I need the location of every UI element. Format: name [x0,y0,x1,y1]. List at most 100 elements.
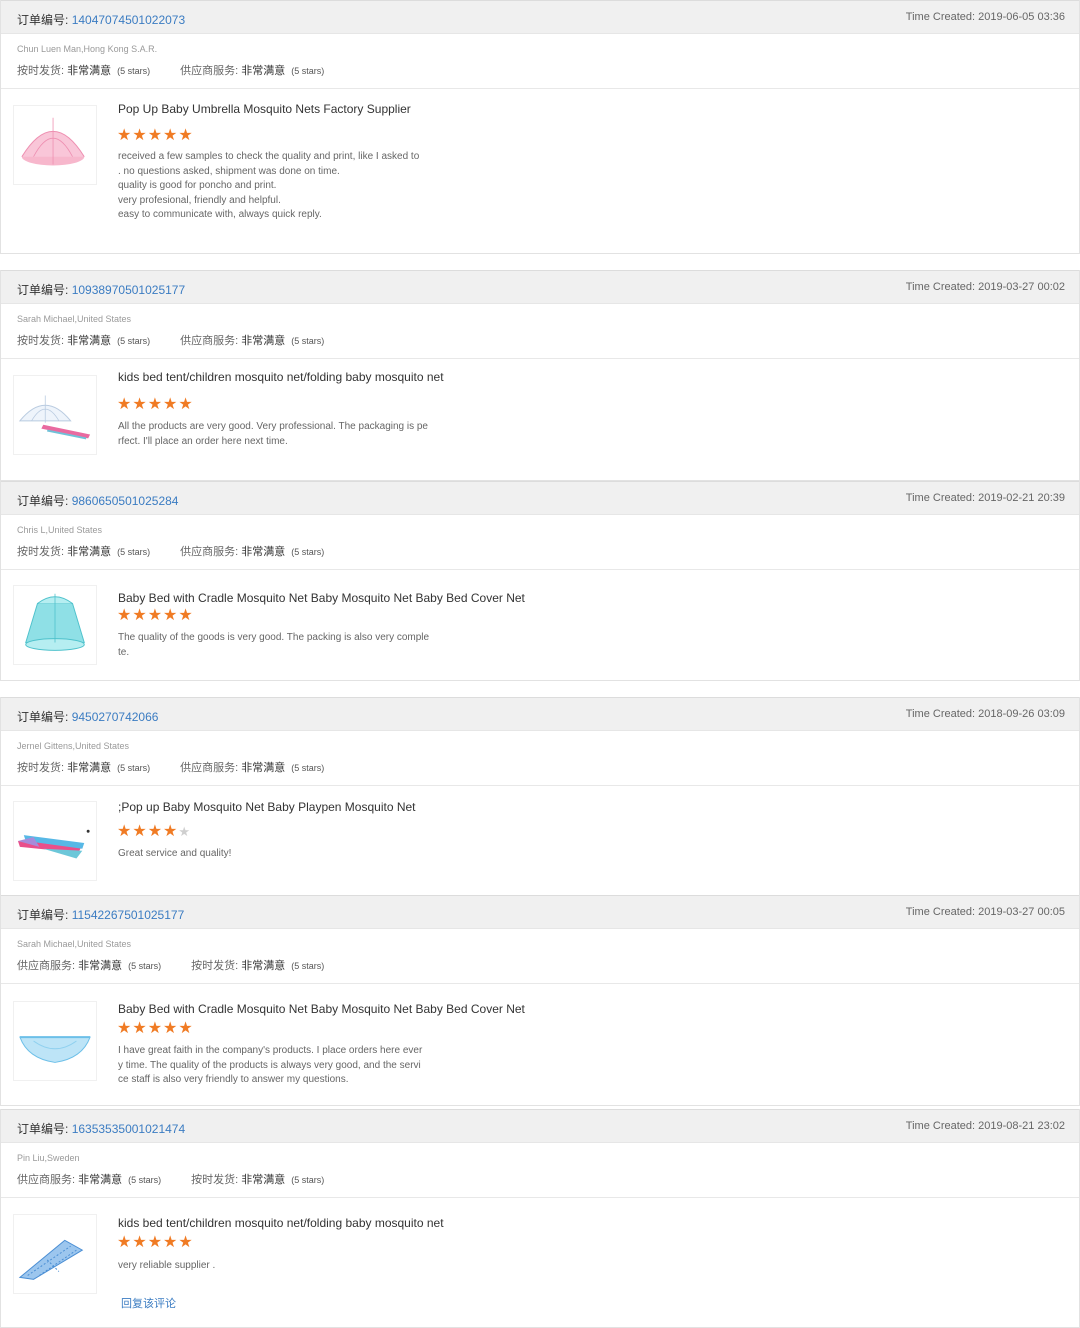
time-value: 2018-09-26 03:09 [978,708,1065,720]
order-label-text: 订单编号: [17,13,69,27]
order-header: 订单编号: 9450270742066 Time Created: 2018-09… [1,697,1079,731]
star-filled-icon: ★ [178,1020,193,1037]
review-text-line: ce staff is also very friendly to answer… [118,1074,349,1085]
rating-value: 非常满意 [67,335,112,347]
product-title-link[interactable]: ;Pop up Baby Mosquito Net Baby Playpen M… [118,800,416,814]
order-header: 订单编号: 11542267501025177 Time Created: 201… [1,895,1079,929]
review-text-line: Great service and quality! [118,848,232,859]
star-filled-icon: ★ [132,396,147,413]
divider [1,1197,1079,1198]
stars-count: (5 stars) [128,1175,162,1185]
order-label-text: 订单编号: [17,710,69,724]
review-text-line: y time. The quality of the products is a… [118,1059,421,1071]
blue-pattern-net-icon[interactable] [13,1214,97,1294]
time-label: Time Created: [905,492,976,504]
review-text-line: very reliable supplier . [118,1260,216,1271]
time-value: 2019-03-27 00:05 [978,906,1065,918]
review-card: 订单编号: 16353535001021474 Time Created: 201… [0,1109,1080,1328]
rating-label: 供应商服务: [17,960,76,972]
rating-item: 供应商服务: 非常满意 (5 stars) [180,332,324,348]
product-title-link[interactable]: kids bed tent/children mosquito net/fold… [118,370,444,384]
rating-value: 非常满意 [241,762,286,774]
rating-item: 按时发货: 非常满意 (5 stars) [17,543,150,559]
reply-link[interactable]: 回复该评论 [121,1295,176,1311]
time-created: Time Created: 2019-03-27 00:05 [906,906,1065,918]
rating-value: 非常满意 [78,1174,123,1186]
star-filled-icon: ★ [163,607,178,624]
rating-label: 按时发货: [191,960,239,972]
rating-summary: 供应商服务: 非常满意 (5 stars) 按时发货: 非常满意 (5 stars) [17,957,354,973]
rating-label: 按时发货: [17,335,65,347]
rating-label: 按时发货: [17,546,65,558]
star-filled-icon: ★ [163,1234,178,1251]
time-label: Time Created: [905,708,976,720]
review-text: very reliable supplier . [118,1259,638,1274]
product-title-link[interactable]: Baby Bed with Cradle Mosquito Net Baby M… [118,1002,525,1016]
stars-count: (5 stars) [291,1175,325,1185]
review-text: All the products are very good. Very pro… [118,420,638,449]
review-text-line: received a few samples to check the qual… [118,151,420,162]
star-filled-icon: ★ [147,127,163,144]
buyer-name: Chris L,United States [17,525,103,535]
star-filled-icon: ★ [178,607,193,624]
order-number-link[interactable]: 14047074501022073 [72,13,185,27]
folded-colorful-net-icon[interactable] [13,801,97,881]
buyer-name: Sarah Michael,United States [17,939,132,949]
buyer-name: Jernel Gittens,United States [17,741,130,751]
teal-mosquito-net-icon[interactable] [13,585,97,665]
star-filled-icon: ★ [147,396,163,413]
time-created: Time Created: 2019-03-27 00:02 [906,281,1065,293]
order-number-link[interactable]: 9860650501025284 [72,494,179,508]
rating-summary: 按时发货: 非常满意 (5 stars) 供应商服务: 非常满意 (5 stars) [17,332,354,348]
time-value: 2019-06-05 03:36 [978,11,1065,23]
white-mosquito-net-icon[interactable] [13,375,97,455]
divider [1,983,1079,984]
stars-count: (5 stars) [291,336,325,346]
time-created: Time Created: 2018-09-26 03:09 [906,708,1065,720]
divider [1,569,1079,570]
order-number-label: 订单编号: 16353535001021474 [17,1120,185,1137]
rating-label: 供应商服务: [180,762,239,774]
product-title-link[interactable]: kids bed tent/children mosquito net/fold… [118,1216,444,1230]
rating-summary: 按时发货: 非常满意 (5 stars) 供应商服务: 非常满意 (5 stars) [17,759,354,775]
order-header: 订单编号: 16353535001021474 Time Created: 201… [1,1109,1079,1143]
buyer-name: Sarah Michael,United States [17,314,132,324]
review-text: received a few samples to check the qual… [118,150,638,223]
product-title-link[interactable]: Pop Up Baby Umbrella Mosquito Nets Facto… [118,102,411,116]
star-filled-icon: ★ [178,1234,193,1251]
time-label: Time Created: [905,281,976,293]
order-header: 订单编号: 14047074501022073 Time Created: 201… [1,0,1079,34]
star-filled-icon: ★ [117,607,132,624]
rating-item: 按时发货: 非常满意 (5 stars) [191,957,324,973]
rating-value: 非常满意 [67,762,112,774]
star-filled-icon: ★ [117,396,132,413]
rating-summary: 按时发货: 非常满意 (5 stars) 供应商服务: 非常满意 (5 stars) [17,62,354,78]
star-filled-icon: ★ [132,1020,147,1037]
pink-mosquito-net-icon[interactable] [13,105,97,185]
rating-label: 按时发货: [17,762,65,774]
rating-label: 供应商服务: [180,65,239,77]
divider [1,785,1079,786]
rating-item: 供应商服务: 非常满意 (5 stars) [17,1171,161,1187]
review-text-line: rfect. I'll place an order here next tim… [118,435,288,447]
rating-item: 按时发货: 非常满意 (5 stars) [191,1171,324,1187]
review-list: 订单编号: 14047074501022073 Time Created: 201… [0,0,1080,1328]
time-value: 2019-03-27 00:02 [978,281,1065,293]
time-label: Time Created: [905,906,976,918]
blue-cradle-net-icon[interactable] [13,1001,97,1081]
time-created: Time Created: 2019-06-05 03:36 [906,11,1065,23]
order-number-link[interactable]: 16353535001021474 [72,1122,185,1136]
order-number-link[interactable]: 10938970501025177 [72,283,185,297]
review-text-line: very profesional, friendly and helpful. [118,194,281,206]
order-number-link[interactable]: 9450270742066 [72,710,159,724]
stars-count: (5 stars) [117,66,151,76]
order-number-link[interactable]: 11542267501025177 [72,908,185,922]
star-filled-icon: ★ [117,1020,132,1037]
time-label: Time Created: [905,11,976,23]
product-title-link[interactable]: Baby Bed with Cradle Mosquito Net Baby M… [118,591,525,605]
rating-item: 供应商服务: 非常满意 (5 stars) [180,759,324,775]
star-filled-icon: ★ [163,396,178,413]
review-card: 订单编号: 14047074501022073 Time Created: 201… [0,0,1080,254]
review-card: 订单编号: 10938970501025177 Time Created: 201… [0,270,1080,481]
rating-label: 供应商服务: [180,335,239,347]
